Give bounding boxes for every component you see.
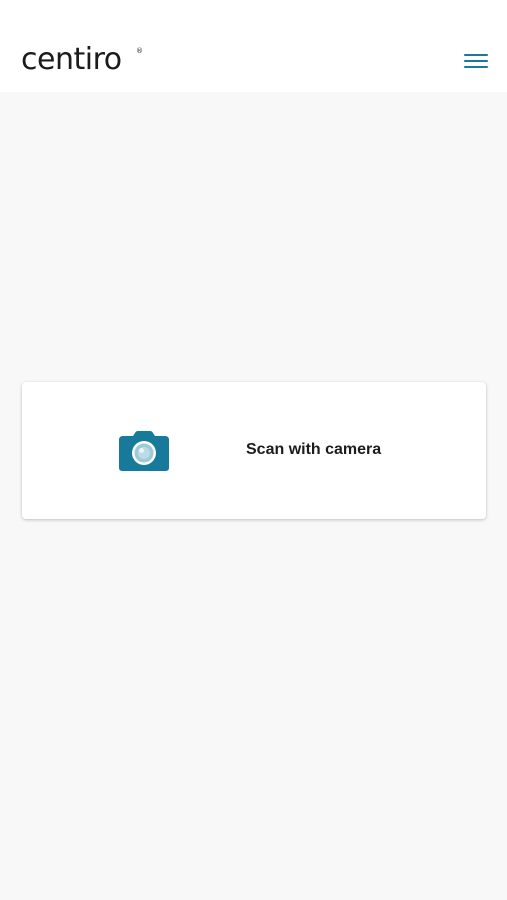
scan-with-camera-button[interactable]: Scan with camera bbox=[22, 382, 486, 519]
menu-line bbox=[464, 54, 488, 56]
app-header: centiro ® bbox=[0, 0, 507, 92]
menu-line bbox=[464, 66, 488, 68]
camera-icon bbox=[119, 431, 169, 471]
centiro-logo: centiro bbox=[21, 42, 122, 77]
menu-line bbox=[464, 60, 488, 62]
app-screen: centiro ® Scan with camera bbox=[0, 0, 507, 900]
scan-with-camera-label: Scan with camera bbox=[246, 441, 382, 458]
hamburger-menu-icon[interactable] bbox=[458, 48, 494, 74]
registered-mark: ® bbox=[136, 47, 143, 55]
